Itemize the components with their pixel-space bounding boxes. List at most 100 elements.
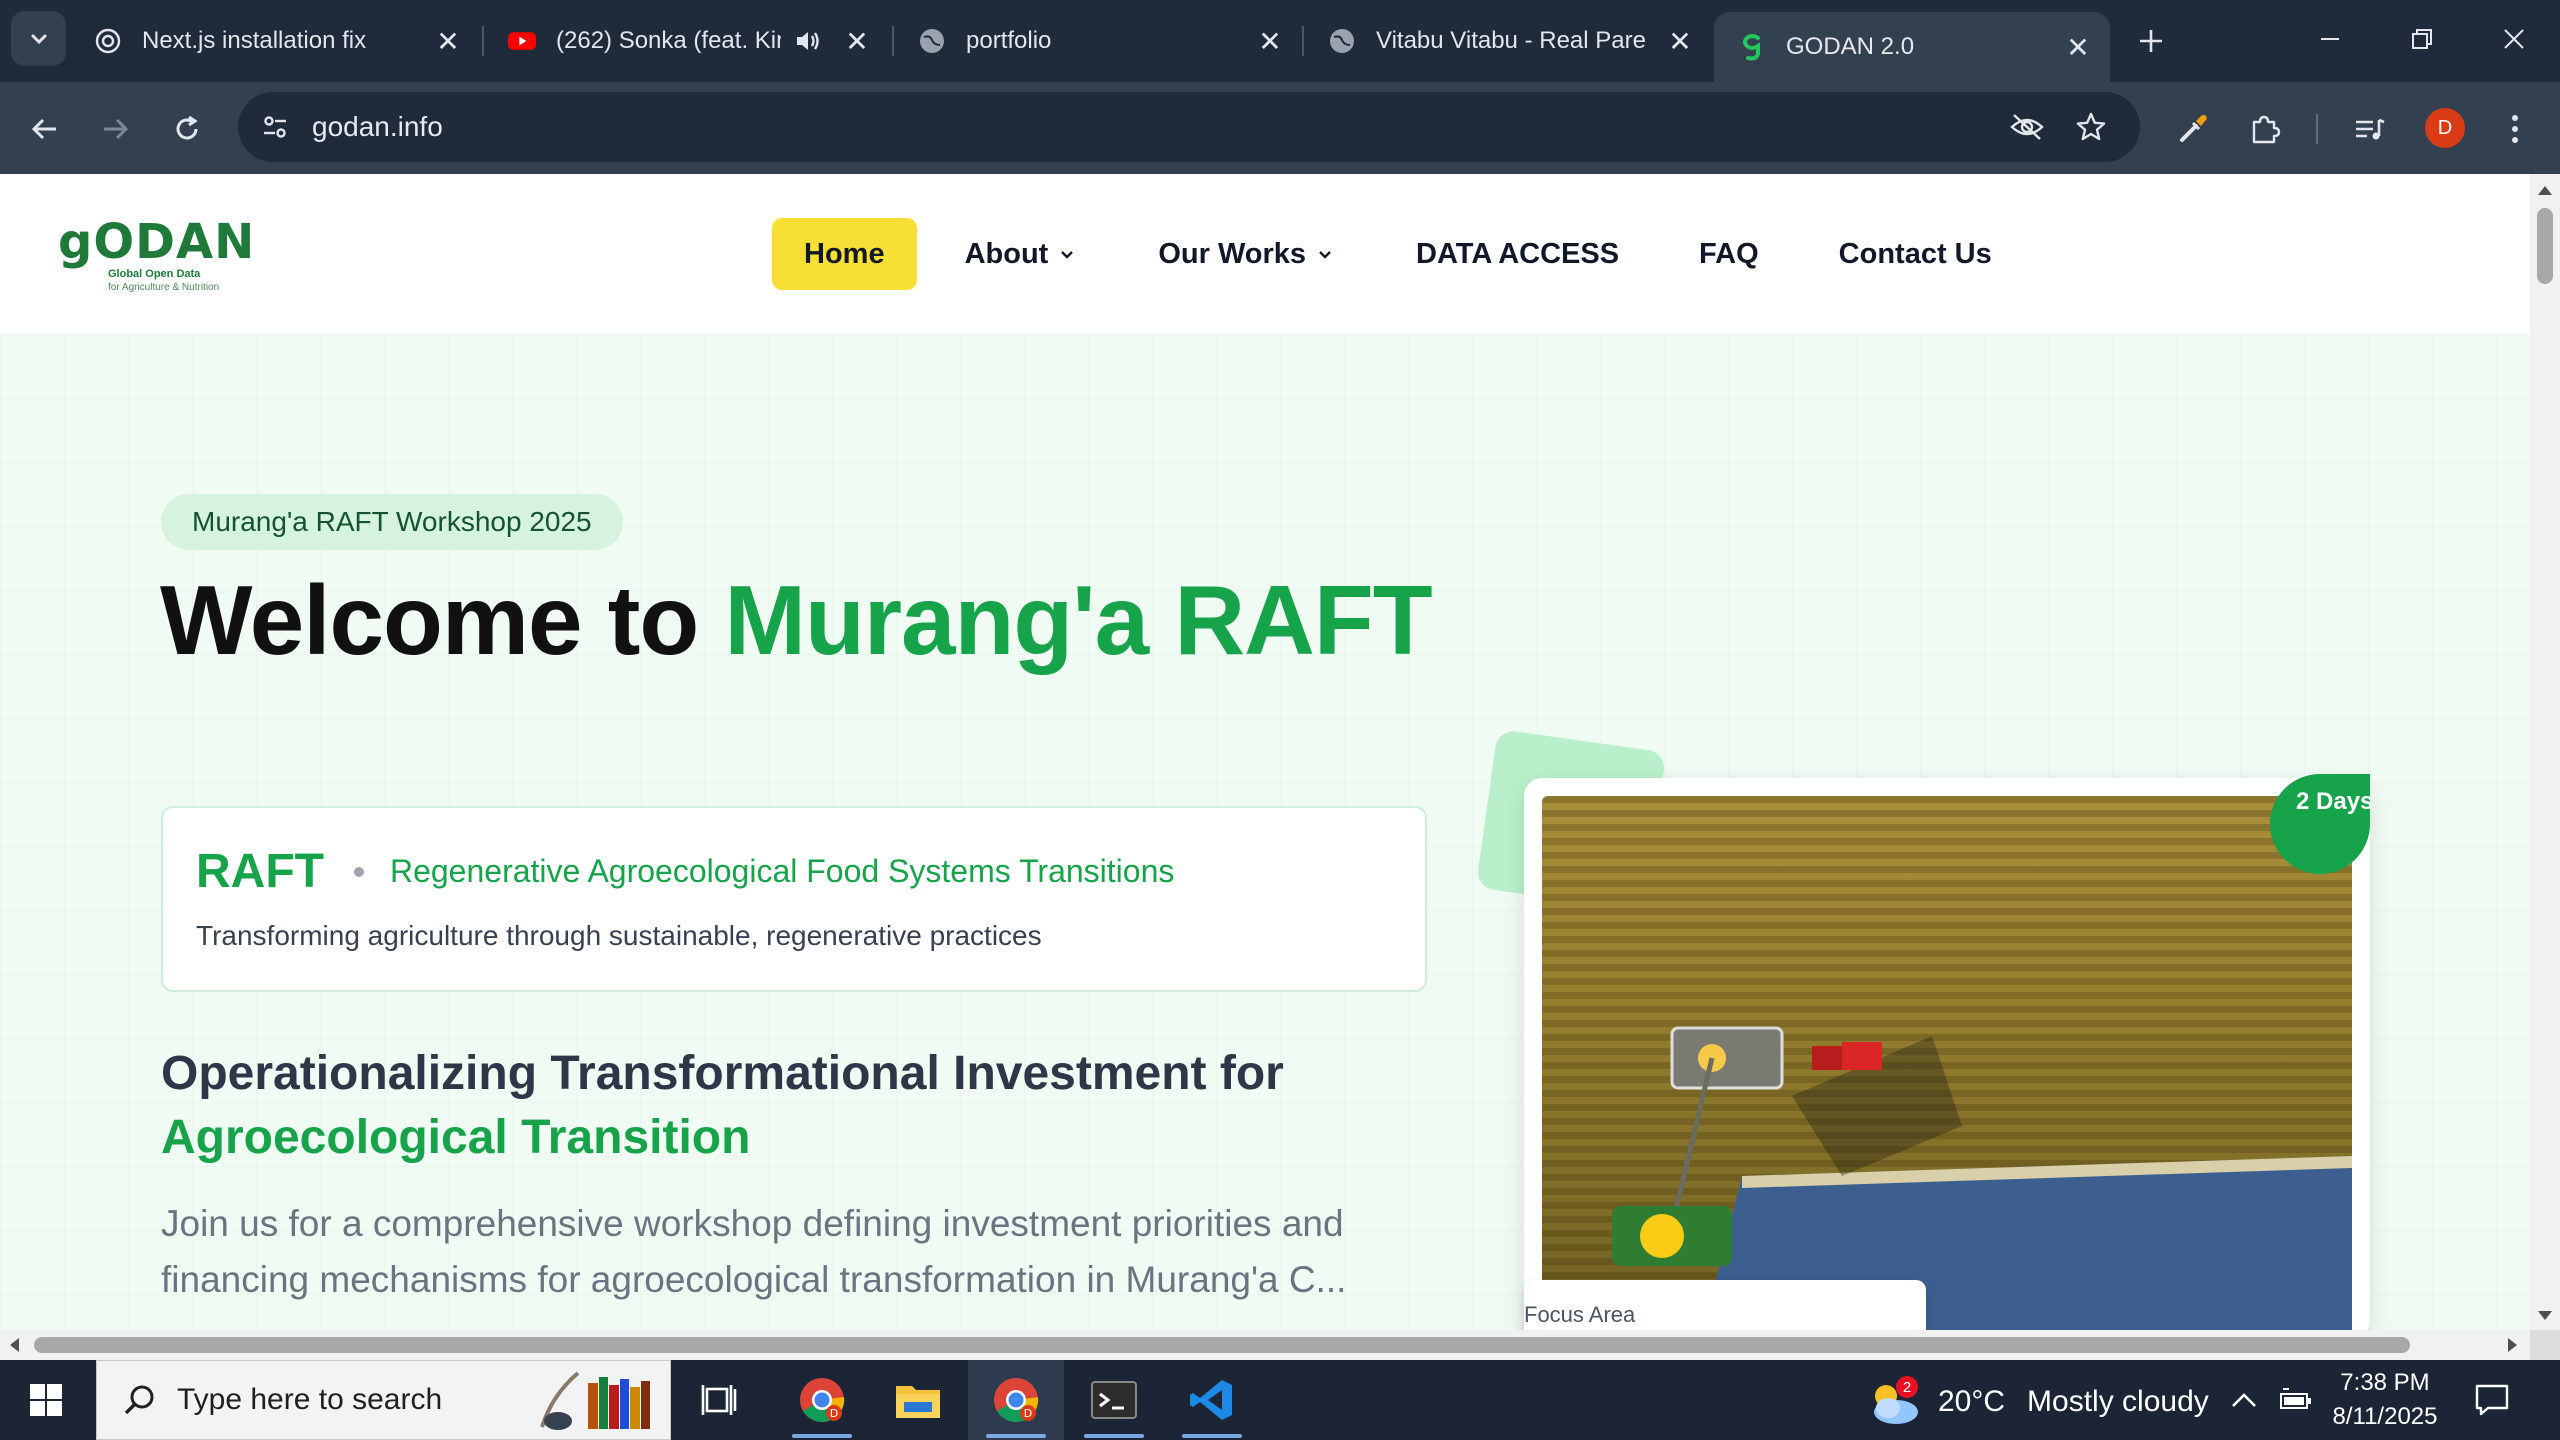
toolbar-separator [2316, 114, 2318, 144]
bookmark-star-icon[interactable] [2068, 104, 2114, 150]
windows-logo-icon [30, 1384, 62, 1416]
logo-line2: for Agriculture & Nutrition [108, 282, 220, 293]
close-tab-icon[interactable]: ✕ [839, 23, 875, 59]
tab-title: (262) Sonka (feat. Kin [556, 27, 781, 54]
subheading-plain: Operationalizing Transformational Invest… [161, 1047, 1284, 1100]
books-quill-illustration-icon [528, 1365, 658, 1435]
battery-charging-icon[interactable] [2276, 1380, 2316, 1420]
show-hidden-icons-chevron-up-icon[interactable] [2224, 1380, 2264, 1420]
minimize-button[interactable] [2300, 14, 2360, 64]
terminal-icon [1091, 1381, 1137, 1419]
reload-button[interactable] [162, 104, 212, 154]
clock-time: 7:38 PM [2340, 1369, 2430, 1396]
scroll-corner [2530, 1330, 2560, 1360]
nav-our-works[interactable]: Our Works [1158, 238, 1334, 271]
profile-avatar[interactable]: D [2425, 108, 2465, 148]
taskbar-search[interactable]: Type here to search [96, 1360, 671, 1440]
eye-off-icon[interactable] [2004, 104, 2050, 150]
openai-icon [94, 27, 122, 55]
close-tab-icon[interactable]: ✕ [1662, 23, 1698, 59]
notifications-icon[interactable] [2472, 1380, 2512, 1420]
close-tab-icon[interactable]: ✕ [2060, 29, 2096, 65]
tab-nextjs[interactable]: Next.js installation fix ✕ [70, 12, 480, 70]
tab-title: GODAN 2.0 [1786, 33, 1915, 60]
running-indicator [1182, 1434, 1242, 1438]
weather-description: Mostly cloudy [2027, 1385, 2209, 1418]
eyedropper-extension-icon[interactable] [2168, 104, 2218, 154]
tab-godan[interactable]: GODAN 2.0 ✕ [1714, 12, 2110, 82]
tab-title: Vitabu Vitabu - Real Pare [1376, 27, 1646, 54]
windows-taskbar: Type here to search D D 2 20°C Mostly cl… [0, 1360, 2560, 1440]
close-icon [2504, 29, 2524, 49]
focus-area-label: Focus Area [1524, 1302, 1636, 1327]
workshop-badge: Murang'a RAFT Workshop 2025 [161, 494, 623, 550]
start-button[interactable] [18, 1378, 78, 1422]
running-indicator [986, 1434, 1046, 1438]
folder-icon [896, 1386, 940, 1418]
site-info-icon[interactable] [252, 104, 298, 150]
back-button[interactable] [20, 104, 70, 154]
address-bar[interactable]: godan.info [238, 92, 2140, 162]
menu-kebab-icon[interactable] [2490, 104, 2540, 154]
nav-faq[interactable]: FAQ [1699, 238, 1759, 271]
tab-title: portfolio [966, 27, 1052, 54]
harvest-aerial-photo [1542, 796, 2352, 1330]
site-header: gODAN Global Open Data for Agriculture &… [0, 174, 2530, 334]
nav-about[interactable]: About [965, 238, 1077, 271]
hero-title: Welcome to Murang'a RAFT [160, 571, 1560, 669]
extensions-puzzle-icon[interactable] [2240, 104, 2290, 154]
nav-data-access[interactable]: DATA ACCESS [1416, 238, 1619, 271]
scroll-right-arrow[interactable] [2508, 1338, 2517, 1352]
forward-button[interactable] [90, 104, 140, 154]
search-icon [119, 1380, 159, 1420]
chrome-active-taskbar-app[interactable]: D [968, 1360, 1064, 1440]
close-tab-icon[interactable]: ✕ [430, 23, 466, 59]
nav-works-label: Our Works [1158, 237, 1307, 270]
audio-playing-icon[interactable] [789, 27, 825, 55]
raft-abbr: RAFT [196, 845, 324, 898]
scroll-left-arrow[interactable] [10, 1338, 19, 1352]
browser-toolbar: godan.info D [0, 82, 2560, 174]
tab-vitabu[interactable]: Vitabu Vitabu - Real Pare ✕ [1304, 12, 1712, 70]
tab-portfolio[interactable]: portfolio ✕ [894, 12, 1302, 70]
tab-search-button[interactable] [11, 11, 66, 66]
file-explorer-taskbar-app[interactable] [870, 1360, 966, 1440]
raft-tagline: Transforming agriculture through sustain… [196, 920, 1042, 951]
hero-title-plain: Welcome to [160, 565, 725, 675]
restore-button[interactable] [2392, 14, 2452, 64]
running-indicator [792, 1434, 852, 1438]
chrome-taskbar-app[interactable]: D [774, 1360, 870, 1440]
scroll-down-arrow[interactable] [2538, 1311, 2552, 1320]
close-tab-icon[interactable]: ✕ [1252, 23, 1288, 59]
url-text[interactable]: godan.info [312, 111, 2004, 143]
chrome-icon: D [800, 1378, 845, 1422]
chevron-down-icon [1316, 245, 1334, 263]
chevron-down-icon [31, 34, 46, 44]
system-clock[interactable]: 7:38 PM 8/11/2025 [2320, 1366, 2450, 1434]
scroll-up-arrow[interactable] [2538, 186, 2552, 195]
hero-image-card [1524, 778, 2370, 1330]
main-nav: Home About Our Works DATA ACCESS FAQ Con… [772, 218, 1992, 290]
weather-widget[interactable]: 2 20°C Mostly cloudy [1866, 1376, 2209, 1426]
media-controls-icon[interactable] [2345, 104, 2395, 154]
horizontal-scrollbar[interactable] [0, 1330, 2530, 1360]
tab-youtube[interactable]: (262) Sonka (feat. Kin ✕ [484, 12, 892, 70]
godan-logo[interactable]: gODAN Global Open Data for Agriculture &… [58, 218, 258, 298]
horizontal-scroll-thumb[interactable] [34, 1337, 2410, 1353]
hero-description: Join us for a comprehensive workshop def… [161, 1203, 1347, 1300]
close-window-button[interactable] [2484, 14, 2544, 64]
hero-title-green: Murang'a RAFT [724, 565, 1432, 675]
cloudy-weather-icon: 2 [1866, 1376, 1920, 1426]
logo-line1: Global Open Data [108, 268, 201, 280]
days-workshop-badge: 2 Days Workshop [2270, 774, 2370, 874]
nav-home[interactable]: Home [772, 218, 917, 290]
terminal-taskbar-app[interactable] [1066, 1360, 1162, 1440]
task-view-button[interactable] [672, 1360, 768, 1440]
chrome-icon: D [994, 1378, 1039, 1422]
new-tab-button[interactable] [2130, 20, 2172, 62]
vertical-scrollbar[interactable] [2530, 174, 2560, 1330]
vscode-taskbar-app[interactable] [1164, 1360, 1260, 1440]
vertical-scroll-thumb[interactable] [2537, 208, 2553, 284]
nav-contact[interactable]: Contact Us [1839, 238, 1992, 271]
globe-icon [918, 27, 946, 55]
